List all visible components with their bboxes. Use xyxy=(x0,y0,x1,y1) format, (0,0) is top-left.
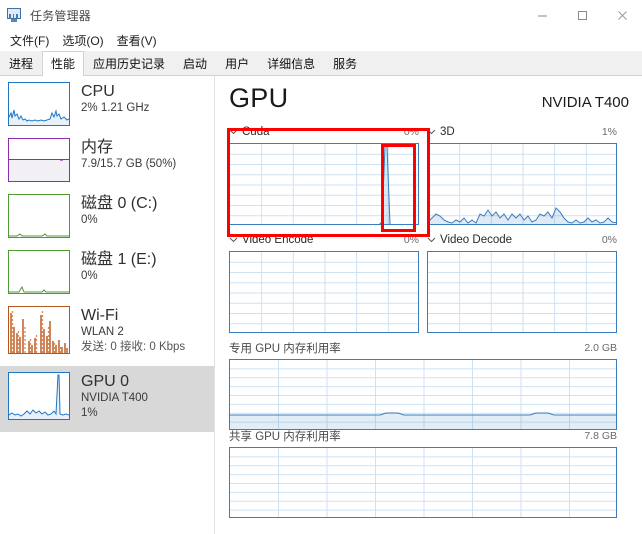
3d-graph xyxy=(427,143,617,225)
video-encode-label-row: Video Encode 0% xyxy=(229,232,419,248)
tab-processes[interactable]: 进程 xyxy=(0,51,43,75)
disk0-thumbnail-graph xyxy=(8,194,70,238)
disk0-text: 磁盘 0 (C:) 0% xyxy=(81,194,157,228)
shared-gpu-memory-label: 共享 GPU 内存利用率 xyxy=(229,431,341,443)
dedicated-gpu-memory-curve xyxy=(230,412,616,429)
task-manager-icon xyxy=(7,7,23,23)
chevron-down-icon[interactable] xyxy=(229,127,238,136)
cuda-graph xyxy=(229,143,419,225)
video-decode-value: 0% xyxy=(601,234,617,246)
disk1-stats: 0% xyxy=(81,270,98,282)
disk0-stats: 0% xyxy=(81,214,98,226)
tab-services[interactable]: 服务 xyxy=(324,51,367,75)
cuda-label: Cuda xyxy=(242,126,270,138)
task-manager-window: 任务管理器 文件(F) 选项(O) 查看(V) 进程 性能 应用历史记录 启动 … xyxy=(0,0,642,534)
video-decode-grid xyxy=(428,252,616,332)
tab-strip: 进程 性能 应用历史记录 启动 用户 详细信息 服务 xyxy=(0,51,642,76)
video-encode-label: Video Encode xyxy=(242,234,314,246)
menu-view[interactable]: 查看(V) xyxy=(113,31,166,50)
graph-block-cuda: Cuda 0% xyxy=(229,124,419,225)
shared-gpu-memory-graph xyxy=(229,447,617,518)
menu-file[interactable]: 文件(F) xyxy=(6,31,58,50)
dedicated-gpu-memory-label-row: 专用 GPU 内存利用率 2.0 GB xyxy=(229,340,617,356)
gpu0-device: NVIDIA T400 xyxy=(81,392,148,404)
close-button[interactable] xyxy=(602,1,642,30)
wifi-throughput: 发送: 0 接收: 0 Kbps xyxy=(81,341,186,353)
gpu0-title: GPU 0 xyxy=(81,373,130,390)
page-title: GPU xyxy=(229,83,289,113)
gpu-header: GPU NVIDIA T400 xyxy=(229,82,629,118)
memory-text: 内存 7.9/15.7 GB (50%) xyxy=(81,138,176,172)
gpu-device-name: NVIDIA T400 xyxy=(541,94,629,111)
shared-gpu-memory-grid xyxy=(230,448,616,517)
dedicated-gpu-memory-value: 2.0 GB xyxy=(584,342,617,354)
graph-block-dedicated-gpu-memory: 专用 GPU 内存利用率 2.0 GB xyxy=(229,340,617,430)
minimize-button[interactable] xyxy=(522,1,562,30)
video-decode-label-row: Video Decode 0% xyxy=(427,232,617,248)
maximize-button[interactable] xyxy=(562,1,602,30)
menu-bar: 文件(F) 选项(O) 查看(V) xyxy=(0,30,642,50)
tab-performance[interactable]: 性能 xyxy=(42,51,85,76)
sidebar-item-gpu0[interactable]: GPU 0 NVIDIA T400 1% xyxy=(0,366,214,432)
memory-thumbnail-graph xyxy=(8,138,70,182)
cpu-thumbnail-graph xyxy=(8,82,70,126)
gpu0-text: GPU 0 NVIDIA T400 1% xyxy=(81,372,148,421)
3d-label: 3D xyxy=(440,126,455,138)
cuda-curve xyxy=(378,145,392,224)
disk1-text: 磁盘 1 (E:) 0% xyxy=(81,250,157,284)
disk1-title: 磁盘 1 (E:) xyxy=(81,251,157,268)
3d-curve xyxy=(428,207,616,224)
gpu0-thumbnail-graph xyxy=(8,372,70,420)
cuda-value: 0% xyxy=(403,126,419,138)
tab-users[interactable]: 用户 xyxy=(216,51,259,75)
disk0-title: 磁盘 0 (C:) xyxy=(81,195,158,212)
video-encode-grid xyxy=(230,252,418,332)
window-title: 任务管理器 xyxy=(30,8,92,23)
sidebar-item-wifi[interactable]: Wi-Fi WLAN 2 发送: 0 接收: 0 Kbps xyxy=(0,300,214,366)
wifi-thumbnail-graph xyxy=(8,306,70,354)
resource-sidebar[interactable]: CPU 2% 1.21 GHz 内存 7.9/15.7 GB (50%) 磁盘 … xyxy=(0,76,215,534)
dedicated-gpu-memory-label: 专用 GPU 内存利用率 xyxy=(229,343,341,355)
shared-gpu-memory-label-row: 共享 GPU 内存利用率 7.8 GB xyxy=(229,428,617,444)
graph-block-video-decode: Video Decode 0% xyxy=(427,232,617,333)
graph-block-video-encode: Video Encode 0% xyxy=(229,232,419,333)
memory-stats: 7.9/15.7 GB (50%) xyxy=(81,158,177,170)
title-bar: 任务管理器 xyxy=(0,0,642,30)
tab-details[interactable]: 详细信息 xyxy=(258,51,325,75)
video-encode-value: 0% xyxy=(403,234,419,246)
wifi-adapter: WLAN 2 xyxy=(81,326,124,338)
tab-app-history[interactable]: 应用历史记录 xyxy=(84,51,175,75)
video-decode-graph xyxy=(427,251,617,333)
content-area: CPU 2% 1.21 GHz 内存 7.9/15.7 GB (50%) 磁盘 … xyxy=(0,76,642,534)
3d-label-row: 3D 1% xyxy=(427,124,617,140)
shared-gpu-memory-value: 7.8 GB xyxy=(584,430,617,442)
cpu-stats: 2% 1.21 GHz xyxy=(81,102,150,114)
tab-startup[interactable]: 启动 xyxy=(174,51,217,75)
wifi-title: Wi-Fi xyxy=(81,307,119,324)
video-encode-graph xyxy=(229,251,419,333)
graph-block-3d: 3D 1% xyxy=(427,124,617,225)
dedicated-gpu-memory-graph xyxy=(229,359,617,430)
chevron-down-icon[interactable] xyxy=(229,235,238,244)
cuda-label-row: Cuda 0% xyxy=(229,124,419,140)
sidebar-item-disk0[interactable]: 磁盘 0 (C:) 0% xyxy=(0,188,214,244)
graph-block-shared-gpu-memory: 共享 GPU 内存利用率 7.8 GB xyxy=(229,428,617,518)
cpu-text: CPU 2% 1.21 GHz xyxy=(81,82,149,116)
chevron-down-icon[interactable] xyxy=(427,127,436,136)
gpu0-utilization: 1% xyxy=(81,407,98,419)
memory-title: 内存 xyxy=(81,139,114,156)
disk1-thumbnail-graph xyxy=(8,250,70,294)
video-decode-label: Video Decode xyxy=(440,234,513,246)
sidebar-item-disk1[interactable]: 磁盘 1 (E:) 0% xyxy=(0,244,214,300)
chevron-down-icon[interactable] xyxy=(427,235,436,244)
sidebar-item-cpu[interactable]: CPU 2% 1.21 GHz xyxy=(0,76,214,132)
wifi-text: Wi-Fi WLAN 2 发送: 0 接收: 0 Kbps xyxy=(81,306,185,355)
cpu-title: CPU xyxy=(81,83,115,100)
menu-options[interactable]: 选项(O) xyxy=(58,31,112,50)
gpu-detail-panel: GPU NVIDIA T400 Cuda 0% 3D 1% Video Enco… xyxy=(216,76,642,534)
3d-value: 1% xyxy=(601,126,617,138)
sidebar-item-memory[interactable]: 内存 7.9/15.7 GB (50%) xyxy=(0,132,214,188)
